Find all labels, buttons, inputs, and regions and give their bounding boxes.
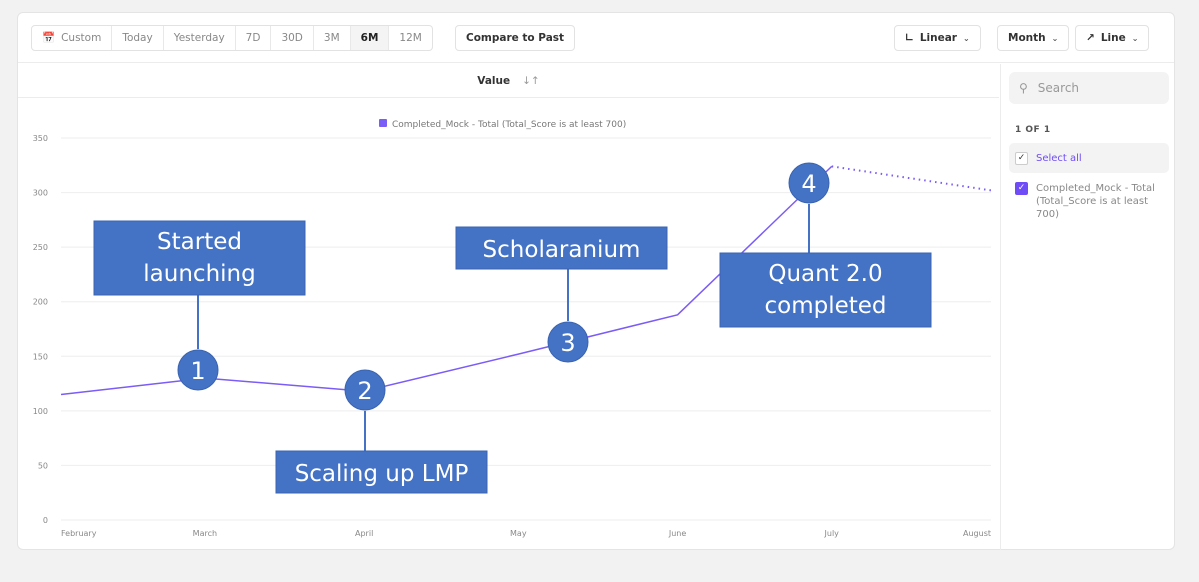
x-tick-label: June	[668, 529, 687, 538]
x-tick-label: April	[355, 529, 373, 538]
x-tick-label: July	[824, 529, 840, 538]
legend-swatch	[379, 119, 387, 127]
annotation-number: 3	[560, 329, 575, 357]
check-icon: ✓	[1015, 182, 1028, 195]
y-tick-label: 100	[33, 407, 48, 416]
y-tick-label: 300	[33, 189, 48, 198]
y-tick-label: 0	[43, 516, 48, 525]
range-30d[interactable]: 30D	[271, 26, 314, 50]
calendar-icon: 📅	[42, 32, 56, 44]
annotation-text: Quant 2.0	[768, 261, 882, 287]
y-tick-label: 50	[38, 461, 48, 470]
value-header: Value ↓↑	[18, 64, 999, 98]
annotation-text: completed	[764, 293, 886, 319]
chart-card: 📅 Custom Today Yesterday 7D 30D 3M 6M 12M…	[17, 12, 1175, 550]
range-6m[interactable]: 6M	[350, 26, 390, 50]
search-input[interactable]: ⚲ Search	[1009, 72, 1169, 104]
axis-icon: ∟	[905, 32, 914, 44]
chevron-down-icon: ⌄	[962, 33, 970, 43]
range-12m[interactable]: 12M	[389, 26, 431, 50]
series-sidebar: ⚲ Search 1 OF 1 ✓ Select all ✓ Completed_Mo…	[1000, 64, 1175, 550]
toolbar: 📅 Custom Today Yesterday 7D 30D 3M 6M 12M…	[18, 13, 1174, 63]
range-custom[interactable]: 📅 Custom	[32, 26, 113, 50]
range-yesterday[interactable]: Yesterday	[164, 26, 236, 50]
series-checkbox[interactable]: ✓ Completed_Mock - Total (Total_Score is …	[1015, 182, 1165, 221]
y-tick-label: 350	[33, 134, 48, 143]
value-column-label: Value	[477, 74, 511, 87]
annotation-text: Scaling up LMP	[295, 461, 469, 487]
chevron-down-icon: ⌄	[1051, 33, 1059, 43]
interval-dropdown[interactable]: Month ⌄	[997, 25, 1070, 51]
search-icon: ⚲	[1019, 81, 1028, 95]
annotation-text: launching	[143, 261, 255, 287]
scale-dropdown[interactable]: ∟ Linear ⌄	[894, 25, 981, 51]
annotation-text: Started	[157, 229, 242, 255]
select-all-checkbox[interactable]: ✓ Select all	[1009, 143, 1169, 173]
annotation-number: 2	[357, 377, 372, 405]
compare-to-past-button[interactable]: Compare to Past	[455, 25, 576, 51]
chart-type-dropdown[interactable]: ↗ Line ⌄	[1075, 25, 1150, 51]
line-chart: Completed_Mock - Total (Total_Score is a…	[33, 119, 992, 538]
range-7d[interactable]: 7D	[236, 26, 272, 50]
y-tick-label: 250	[33, 243, 48, 252]
y-tick-label: 200	[33, 298, 48, 307]
x-tick-label: March	[193, 529, 217, 538]
line-chart-icon: ↗	[1086, 32, 1095, 44]
sort-icon[interactable]: ↓↑	[522, 75, 540, 87]
annotation-text: Scholaranium	[483, 237, 641, 263]
series-count: 1 OF 1	[1015, 125, 1051, 135]
x-tick-label: August	[963, 529, 991, 538]
series-line-incomplete	[831, 165, 992, 192]
y-tick-label: 150	[33, 352, 48, 361]
annotation-number: 4	[801, 170, 816, 198]
check-icon: ✓	[1015, 151, 1028, 165]
x-tick-label: February	[61, 529, 97, 538]
chevron-down-icon: ⌄	[1131, 33, 1139, 43]
range-today[interactable]: Today	[112, 26, 164, 50]
range-3m[interactable]: 3M	[314, 26, 351, 50]
date-range-selector: 📅 Custom Today Yesterday 7D 30D 3M 6M 12M	[31, 25, 433, 51]
x-tick-label: May	[510, 529, 527, 538]
legend-label: Completed_Mock - Total (Total_Score is a…	[392, 120, 626, 130]
annotation-number: 1	[190, 357, 205, 385]
